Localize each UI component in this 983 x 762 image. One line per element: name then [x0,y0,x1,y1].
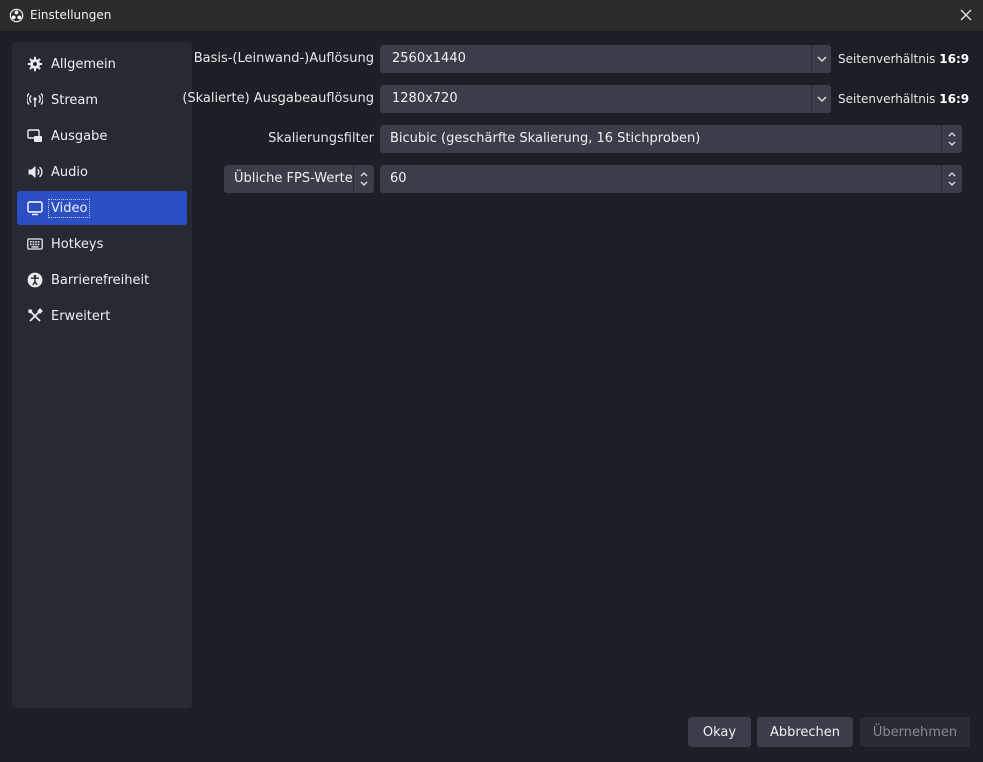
output-resolution-value: 1280x720 [392,91,458,106]
sidebar-item-label: Barrierefreiheit [51,272,150,288]
fps-value: 60 [390,171,407,186]
aspect-ratio-prefix: Seitenverhältnis [838,92,936,106]
ok-button[interactable]: Okay [688,717,751,747]
title-bar: Einstellungen [0,0,983,32]
sidebar-item-allgemein[interactable]: Allgemein [17,47,187,81]
aspect-ratio-value: 16:9 [939,92,970,106]
chevron-down-icon[interactable] [811,45,831,73]
accessibility-icon [25,270,45,290]
gear-icon [25,54,45,74]
sidebar-item-label: Stream [51,92,99,108]
sidebar-item-label: Allgemein [51,56,116,72]
keyboard-icon [25,234,45,254]
sidebar-item-audio[interactable]: Audio [17,155,187,189]
chevron-down-icon[interactable] [811,85,831,113]
base-resolution-label: Basis-(Leinwand-)Auflösung [193,51,374,66]
settings-sidebar: Allgemein Stream Ausgabe Audio Video Hot… [12,42,192,708]
sidebar-item-label: Video [48,198,91,218]
obs-logo-icon [9,8,24,23]
scale-filter-value: Bicubic (geschärfte Skalierung, 16 Stich… [390,131,701,146]
base-resolution-combobox[interactable]: 2560x1440 [380,45,831,73]
fps-value-select[interactable]: 60 [380,165,962,193]
antenna-icon [25,90,45,110]
sidebar-item-erweitert[interactable]: Erweitert [17,299,187,333]
monitor-icon [25,198,45,218]
sidebar-item-label: Audio [51,164,88,180]
sidebar-item-barrierefreiheit[interactable]: Barrierefreiheit [17,263,187,297]
sidebar-item-video[interactable]: Video [17,191,187,225]
speaker-icon [25,162,45,182]
scale-filter-label: Skalierungsfilter [268,131,374,146]
output-resolution-label: (Skalierte) Ausgabeauflösung [182,91,374,106]
sidebar-item-label: Erweitert [51,308,111,324]
updown-chevron-icon[interactable] [941,165,962,193]
window-title: Einstellungen [30,8,112,22]
output-resolution-combobox[interactable]: 1280x720 [380,85,831,113]
base-resolution-value: 2560x1440 [392,51,466,66]
updown-chevron-icon[interactable] [353,165,374,193]
sidebar-item-ausgabe[interactable]: Ausgabe [17,119,187,153]
output-aspect-ratio: Seitenverhältnis 16:9 [838,92,969,106]
aspect-ratio-value: 16:9 [939,52,970,66]
aspect-ratio-prefix: Seitenverhältnis [838,52,936,66]
tools-icon [25,306,45,326]
sidebar-item-hotkeys[interactable]: Hotkeys [17,227,187,261]
sidebar-item-stream[interactable]: Stream [17,83,187,117]
fps-type-value: Übliche FPS-Werte [234,171,353,186]
close-icon[interactable] [957,6,975,24]
updown-chevron-icon[interactable] [941,125,962,153]
scale-filter-select[interactable]: Bicubic (geschärfte Skalierung, 16 Stich… [380,125,962,153]
sidebar-item-label: Ausgabe [51,128,108,144]
apply-button[interactable]: Übernehmen [860,717,970,747]
cancel-button[interactable]: Abbrechen [757,717,853,747]
output-icon [25,126,45,146]
fps-type-select[interactable]: Übliche FPS-Werte [224,165,374,193]
base-aspect-ratio: Seitenverhältnis 16:9 [838,52,969,66]
sidebar-item-label: Hotkeys [51,236,104,252]
